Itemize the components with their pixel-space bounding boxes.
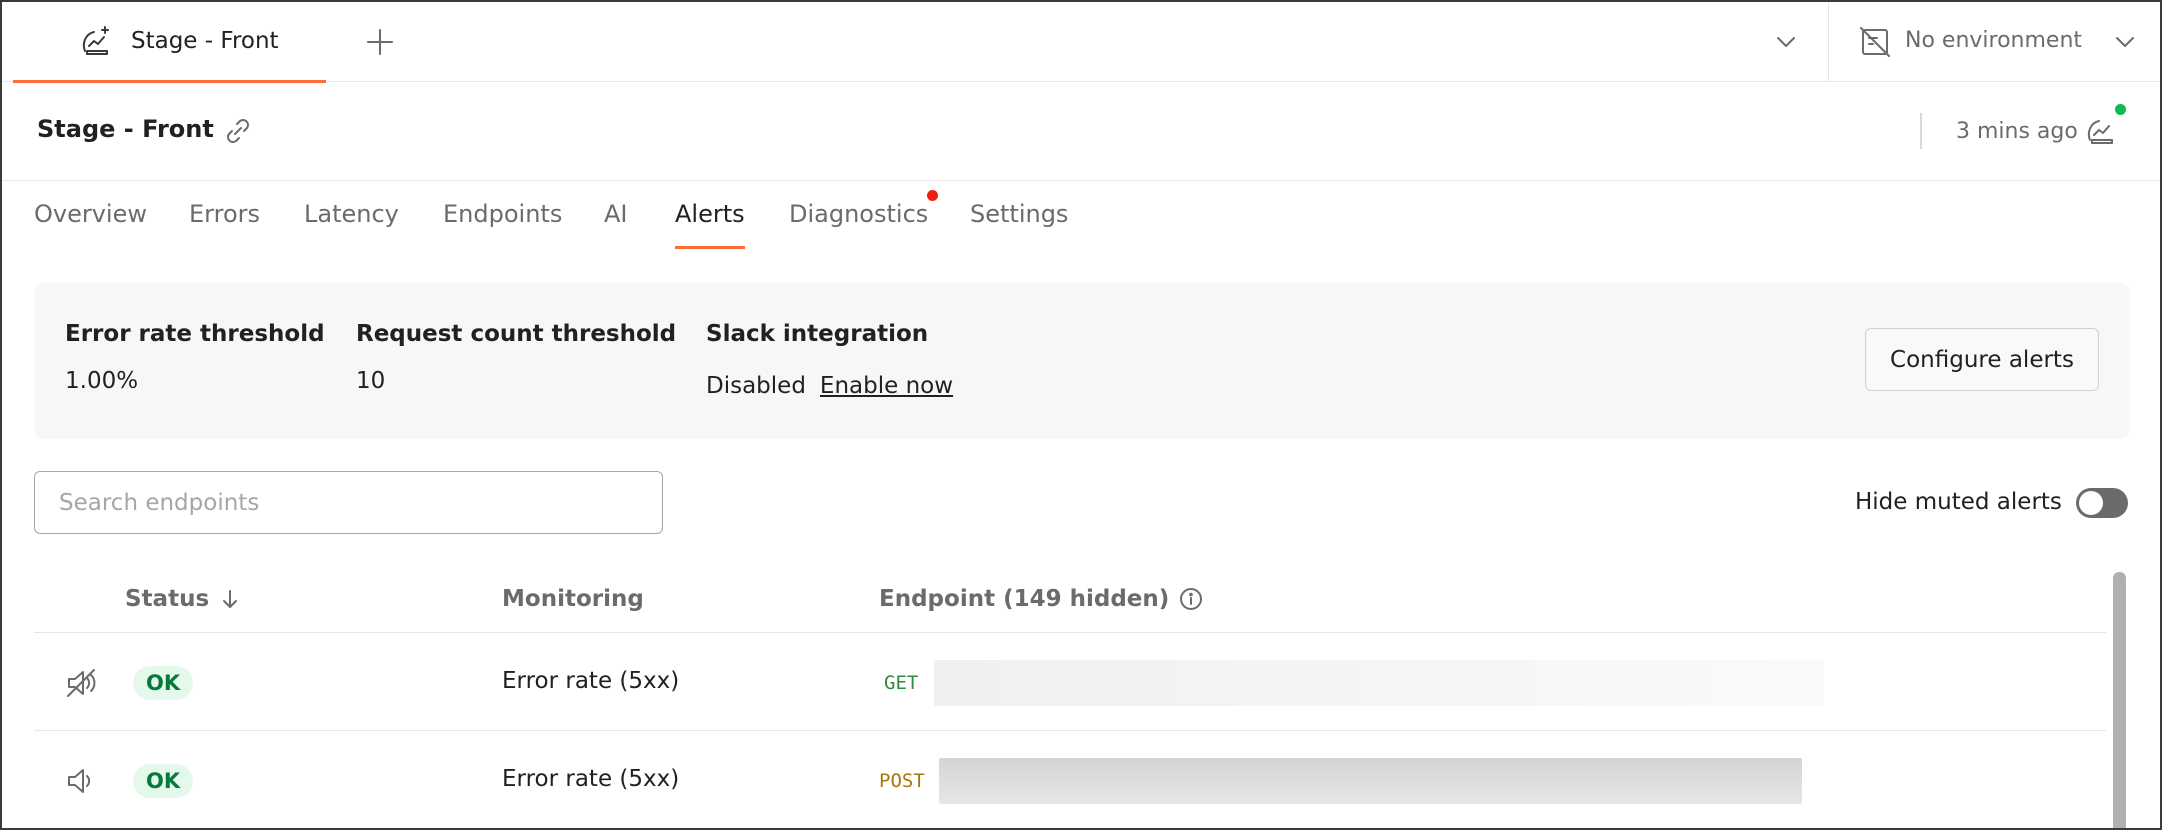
table-scrollbar[interactable] — [2113, 572, 2126, 828]
tab-errors[interactable]: Errors — [189, 200, 260, 228]
request-count-threshold-value: 10 — [356, 368, 386, 394]
online-status-dot — [2115, 104, 2126, 115]
monitor-status-icon[interactable] — [2084, 113, 2118, 151]
page-title: Stage - Front — [37, 115, 214, 143]
redacted-endpoint-url — [934, 660, 1824, 706]
table-row[interactable]: OK Error rate (5xx) GET — [34, 634, 2106, 731]
column-monitoring: Monitoring — [502, 586, 644, 612]
tab-latency[interactable]: Latency — [304, 200, 399, 228]
table-row[interactable]: OK Error rate (5xx) POST — [34, 732, 2106, 828]
column-status[interactable]: Status — [125, 586, 241, 612]
monitor-icon — [79, 24, 113, 62]
tab-settings[interactable]: Settings — [970, 200, 1068, 228]
toggle-knob — [2079, 491, 2103, 515]
notification-dot — [927, 190, 938, 201]
error-rate-threshold-value: 1.00% — [65, 368, 139, 394]
request-count-threshold-title: Request count threshold — [356, 321, 677, 347]
slack-status: Disabled — [706, 373, 806, 399]
tab-bar: Stage - Front No environment — [2, 2, 2160, 83]
chevron-down-icon[interactable] — [1774, 30, 1798, 58]
redacted-endpoint-url — [939, 758, 1802, 804]
alerts-summary-card: Error rate threshold 1.00% Request count… — [34, 283, 2130, 439]
status-badge: OK — [133, 666, 194, 700]
http-method: POST — [879, 770, 925, 792]
monitoring-type: Error rate (5xx) — [502, 668, 680, 694]
tab-diagnostics[interactable]: Diagnostics — [789, 200, 928, 228]
link-icon[interactable] — [222, 115, 254, 151]
column-status-label: Status — [125, 586, 210, 612]
enable-slack-link[interactable]: Enable now — [820, 373, 953, 399]
speaker-icon[interactable] — [64, 764, 98, 802]
slack-integration-value: Disabled Enable now — [706, 373, 953, 399]
tab-stage-front[interactable]: Stage - Front — [13, 2, 326, 83]
tab-alerts[interactable]: Alerts — [675, 200, 745, 249]
divider — [1920, 113, 1922, 149]
table-header: Status Monitoring Endpoint (149 hidden) — [34, 570, 2106, 633]
monitoring-type: Error rate (5xx) — [502, 766, 680, 792]
column-endpoint: Endpoint (149 hidden) — [879, 586, 1203, 612]
app-window: Stage - Front No environment Stage - Fro… — [0, 0, 2162, 830]
search-endpoints-input[interactable] — [34, 471, 663, 534]
chevron-down-icon — [2113, 30, 2137, 58]
http-method: GET — [884, 672, 919, 694]
speaker-muted-icon[interactable] — [64, 666, 98, 704]
info-icon[interactable] — [1179, 587, 1203, 611]
tab-label: Stage - Front — [131, 28, 279, 54]
hide-muted-toggle[interactable] — [2076, 488, 2128, 518]
last-updated: 3 mins ago — [1956, 119, 2078, 144]
configure-alerts-button[interactable]: Configure alerts — [1865, 328, 2099, 391]
column-endpoint-label: Endpoint (149 hidden) — [879, 586, 1170, 612]
plus-icon[interactable] — [364, 26, 396, 62]
slack-integration-title: Slack integration — [706, 321, 929, 347]
hide-muted-label: Hide muted alerts — [1855, 489, 2062, 515]
tab-ai[interactable]: AI — [604, 200, 628, 228]
tab-overview[interactable]: Overview — [34, 200, 147, 228]
header: Stage - Front 3 mins ago — [2, 83, 2160, 181]
tab-endpoints[interactable]: Endpoints — [443, 200, 562, 228]
status-badge: OK — [133, 764, 194, 798]
error-rate-threshold-title: Error rate threshold — [65, 321, 325, 347]
no-environment-icon — [1859, 26, 1891, 62]
arrow-down-icon — [223, 590, 238, 608]
environment-label: No environment — [1905, 28, 2083, 53]
environment-selector[interactable]: No environment — [1828, 2, 2160, 82]
